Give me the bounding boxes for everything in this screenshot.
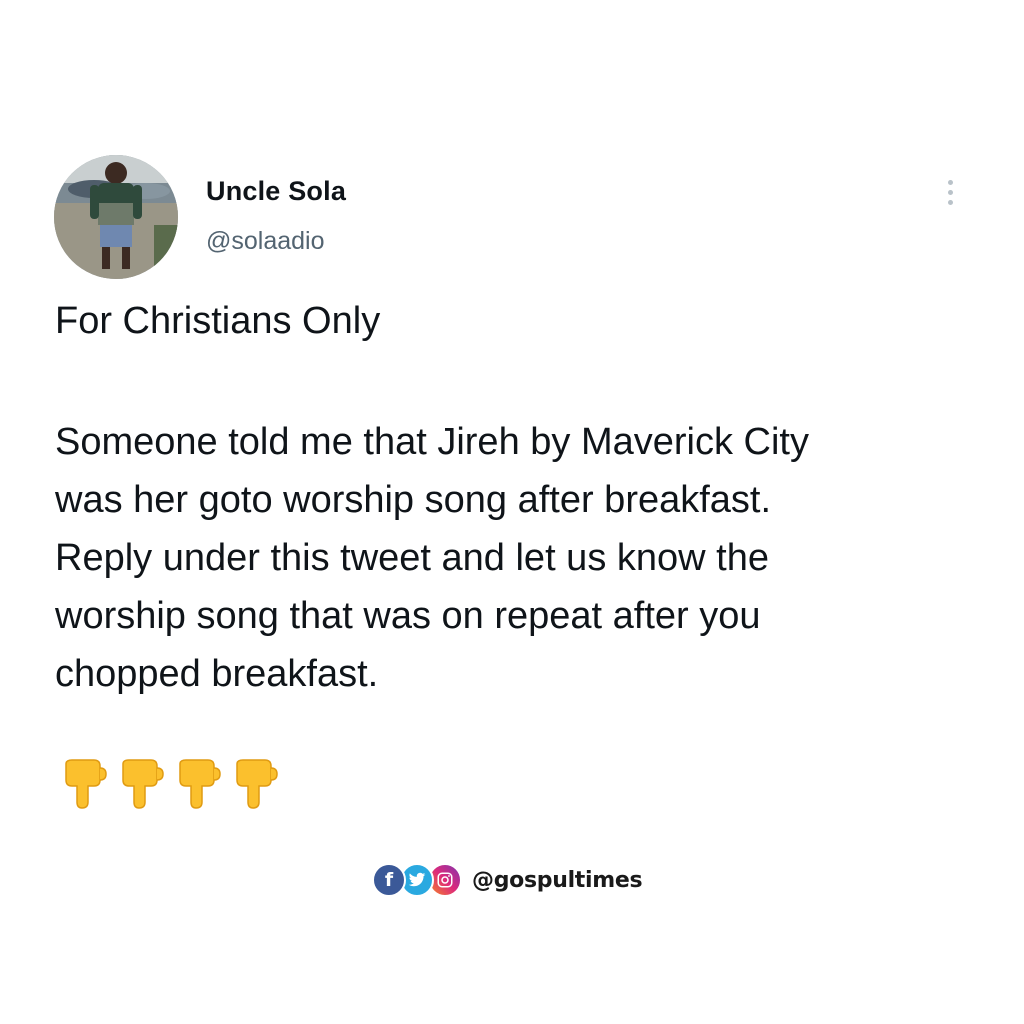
tweet-heading: For Christians Only bbox=[55, 300, 381, 342]
facebook-icon: f bbox=[372, 863, 406, 897]
tweet-body-line: Reply under this tweet and let us know t… bbox=[55, 537, 769, 579]
pointing-down-emoji-icon bbox=[236, 759, 278, 809]
pointing-down-emoji-row bbox=[60, 758, 281, 810]
tweet-card: Uncle Sola @solaadio For Christians Only… bbox=[0, 0, 1024, 1024]
tweet-body-line: was her goto worship song after breakfas… bbox=[55, 479, 772, 521]
author-display-name[interactable]: Uncle Sola bbox=[206, 176, 346, 207]
tweet-body: Someone told me that Jireh by Maverick C… bbox=[55, 413, 975, 703]
tweet-body-line: worship song that was on repeat after yo… bbox=[55, 595, 761, 637]
author-handle[interactable]: @solaadio bbox=[206, 227, 325, 256]
author-avatar[interactable] bbox=[54, 155, 178, 279]
more-dot bbox=[947, 199, 953, 205]
watermark: f @gospultimes bbox=[372, 863, 643, 897]
pointing-down-emoji-icon bbox=[179, 759, 221, 809]
avatar-photo bbox=[54, 155, 178, 279]
watermark-handle: @gospultimes bbox=[472, 867, 643, 893]
more-options-icon[interactable] bbox=[936, 174, 964, 210]
pointing-down-emoji-icon bbox=[65, 759, 107, 809]
pointing-down-emoji-icon bbox=[122, 759, 164, 809]
tweet-body-line: Someone told me that Jireh by Maverick C… bbox=[55, 421, 809, 463]
more-dot bbox=[947, 179, 953, 185]
more-dot bbox=[947, 189, 953, 195]
tweet-body-line: chopped breakfast. bbox=[55, 653, 379, 695]
